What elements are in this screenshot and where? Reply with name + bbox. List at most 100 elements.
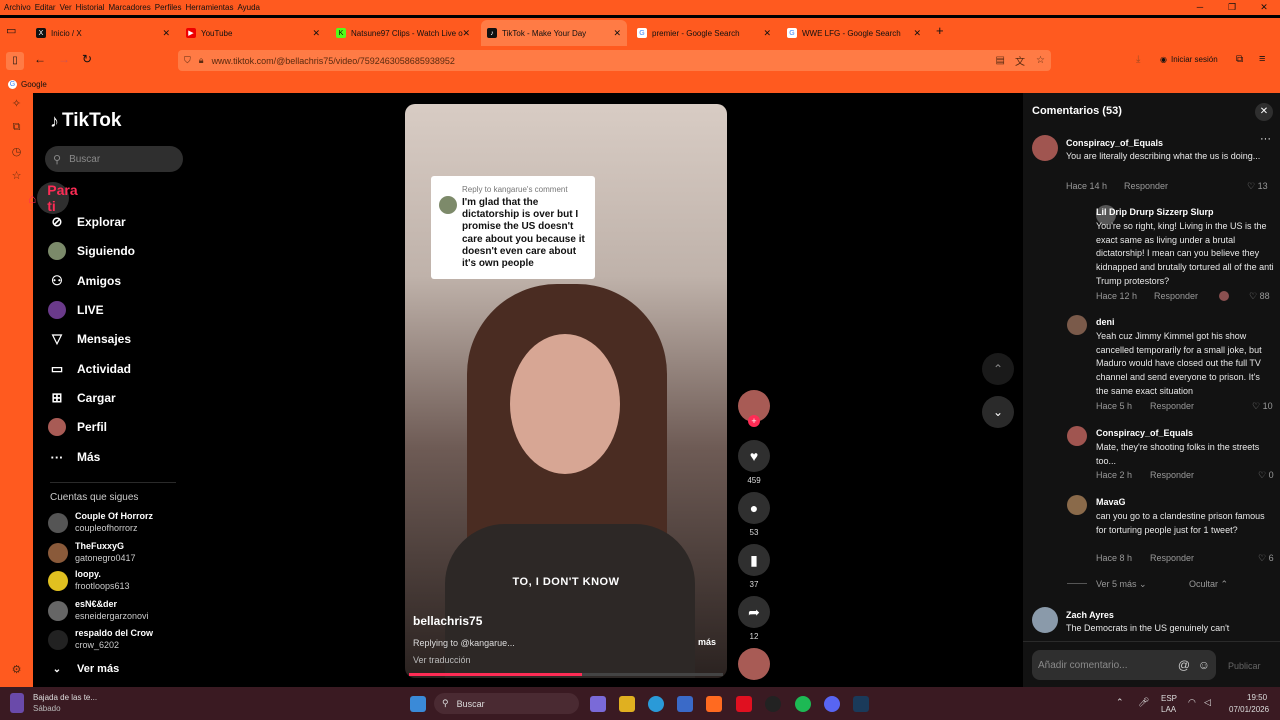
steam-icon[interactable] [853,696,869,712]
close-icon[interactable]: ✕ [1255,103,1273,121]
bookmark-star-icon[interactable]: ☆ [1036,55,1045,66]
close-tab-icon[interactable]: ✕ [913,28,921,39]
close-tab-icon[interactable]: ✕ [312,28,320,39]
download-icon[interactable]: ⤓ [1136,54,1140,65]
tabs-icon[interactable]: ⧉ [0,121,33,145]
nav-explorar[interactable]: ⊘ Explorar [48,211,198,233]
tab-google-wwe[interactable]: G WWE LFG - Google Search ✕ [781,20,927,46]
comment-like[interactable]: ♡ 10 [1252,401,1273,412]
restore-button[interactable]: ❐ [1216,0,1248,15]
tiktok-logo[interactable]: ♪ TikTok [50,110,121,132]
sound-avatar-icon[interactable] [738,648,770,680]
windows-start-icon[interactable] [410,696,426,712]
menu-editar[interactable]: Editar [35,3,56,12]
back-icon[interactable]: ← [34,52,46,66]
tab-kick[interactable]: K Natsune97 Clips - Watch Live o ✕ [330,20,476,46]
nav-actividad[interactable]: ▭ Actividad [48,358,198,380]
close-tab-icon[interactable]: ✕ [462,28,470,39]
menu-archivo[interactable]: Archivo [4,3,31,12]
video-username[interactable]: bellachris75 [413,614,482,628]
see-more-replies[interactable]: Ver 5 más ⌄ [1096,579,1147,590]
reply-button[interactable]: Responder [1150,401,1194,411]
tab-tiktok[interactable]: ♪ TikTok - Make Your Day ✕ [481,20,627,46]
clock-time[interactable]: 19:50 [1247,693,1267,702]
close-tab-icon[interactable]: ✕ [763,28,771,39]
file-explorer-icon[interactable] [619,696,635,712]
url-text[interactable]: www.tiktok.com/@bellachris75/video/75924… [212,56,455,66]
discord-icon[interactable] [824,696,840,712]
nav-siguiendo[interactable]: Siguiendo [48,240,198,262]
comment-author[interactable]: deni [1096,317,1115,327]
translate-icon[interactable]: 文 [1015,53,1025,68]
following-account[interactable]: TheFuxxyG gatonegro0417 [48,541,198,565]
new-tab-icon[interactable]: + [936,23,944,38]
nav-amigos[interactable]: ⚇ Amigos [48,270,198,292]
comment-like[interactable]: ♡ 0 [1258,470,1274,481]
mention-icon[interactable]: @ [1178,658,1190,672]
forward-icon[interactable]: → [58,52,70,66]
nav-para-ti[interactable]: ⌂ Para ti [28,182,78,214]
extensions-icon[interactable]: ⧉ [1236,54,1243,65]
github-icon[interactable] [765,696,781,712]
menu-icon[interactable]: ≡ [1259,53,1265,65]
shield-icon[interactable]: ⛉ [184,55,191,66]
publish-button[interactable]: Publicar [1228,661,1261,671]
reply-button[interactable]: Responder [1150,553,1194,563]
close-tab-icon[interactable]: ✕ [613,28,621,39]
more-description-button[interactable]: más [698,637,716,647]
reload-icon[interactable]: ↻ [82,52,92,66]
address-bar[interactable]: ⛉ 🔒︎ www.tiktok.com/@bellachris75/video/… [178,50,1051,71]
avatar[interactable] [1067,495,1087,515]
language-label[interactable]: ESP [1161,694,1177,703]
minimize-button[interactable]: ─ [1184,0,1216,15]
nav-mensajes[interactable]: ▽ Mensajes [48,328,198,350]
following-account[interactable]: loopy. frootloops613 [48,569,198,593]
volume-icon[interactable]: ◁ [1204,697,1211,708]
tab-x[interactable]: X Inicio / X ✕ [30,20,176,46]
nav-cargar[interactable]: ⊞ Cargar [48,387,198,409]
menu-herramientas[interactable]: Herramientas [185,3,233,12]
menu-marcadores[interactable]: Marcadores [109,3,151,12]
nav-perfil[interactable]: Perfil [48,416,198,438]
firefox-icon[interactable] [706,696,722,712]
video-progress-bar[interactable] [409,673,723,676]
search-input[interactable]: ⚲ Buscar [45,146,183,172]
notification-title[interactable]: Bajada de las te... [33,693,97,702]
chevron-up-icon[interactable]: ⌃ [982,353,1014,385]
settings-gear-icon[interactable]: ⚙ [0,663,33,687]
edge-icon[interactable] [648,696,664,712]
comment-author[interactable]: Lil Drip Drurp Sizzerp Slurp [1096,207,1214,217]
taskbar-search[interactable]: ⚲ Buscar [434,693,579,714]
nav-mas[interactable]: ··· Más [48,446,198,468]
avatar[interactable] [1032,135,1058,161]
comment-author[interactable]: Conspiracy_of_Equals [1066,138,1163,148]
close-window-button[interactable]: ✕ [1248,0,1280,15]
nav-live[interactable]: LIVE [48,299,198,321]
add-comment-input[interactable]: Añadir comentario... @ ☺ [1032,650,1216,680]
bookmark-icon[interactable]: ▮ [738,544,770,576]
see-translation-link[interactable]: Ver traducción [413,655,471,665]
copilot-icon[interactable] [590,696,606,712]
menu-historial[interactable]: Historial [76,3,105,12]
tab-youtube[interactable]: ▶ YouTube ✕ [180,20,326,46]
sidebar-toggle-icon[interactable]: ▯ [6,52,24,70]
reply-button[interactable]: Responder [1154,291,1198,301]
emoji-icon[interactable]: ☺ [1198,658,1210,672]
menu-perfiles[interactable]: Perfiles [155,3,182,12]
comment-author[interactable]: MavaG [1096,497,1126,507]
comment-like[interactable]: ♡ 13 [1247,181,1268,192]
comment-icon[interactable]: ● [738,492,770,524]
close-tab-icon[interactable]: ✕ [162,28,170,39]
comment-author[interactable]: Conspiracy_of_Equals [1096,428,1193,438]
reader-icon[interactable]: ▤ [996,55,1005,66]
see-more-following[interactable]: ⌄ Ver más [48,658,198,680]
share-arrow-icon[interactable]: ➦ [738,596,770,628]
following-account[interactable]: Couple Of Horrorz coupleofhorrorz [48,511,198,535]
tab-google-premier[interactable]: G premier - Google Search ✕ [631,20,777,46]
avatar[interactable] [1067,426,1087,446]
menu-ayuda[interactable]: Ayuda [237,3,260,12]
lock-icon[interactable]: 🔒︎ [199,55,204,66]
tab-list-icon[interactable]: ▭ [6,24,16,37]
comment-author[interactable]: Zach Ayres [1066,610,1114,620]
wifi-icon[interactable]: ◠ [1188,697,1196,708]
